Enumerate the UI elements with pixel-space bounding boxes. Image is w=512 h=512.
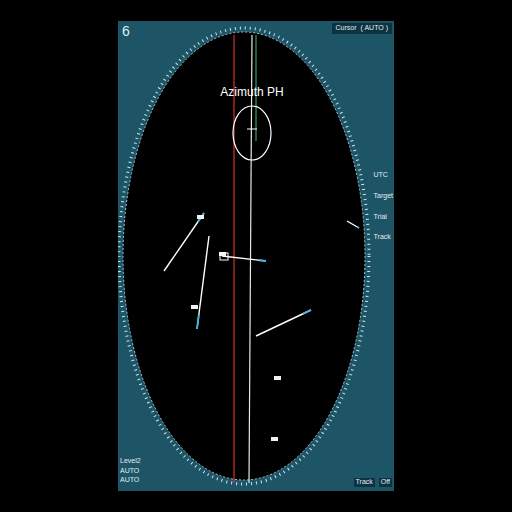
bottom-right-labels: Track Off — [354, 478, 392, 487]
cursor-mode: ( AUTO ) — [361, 24, 388, 33]
cursor-label: Cursor — [336, 24, 357, 33]
side-label: Trial — [374, 213, 393, 222]
status-label: Level2 — [120, 457, 141, 466]
radar-photo: Azimuth PH 6 Cursor ( AUTO ) UTC Target Trial T… — [0, 0, 512, 512]
bottom-left-labels: Level2AUTOAUTO — [120, 457, 141, 485]
radar-panel: Azimuth PH 6 Cursor ( AUTO ) UTC Target Trial T… — [118, 21, 394, 491]
status-label: AUTO — [120, 467, 141, 476]
side-label: UTC — [374, 171, 393, 180]
track-label[interactable]: Off — [379, 478, 392, 487]
status-label: AUTO — [120, 476, 141, 485]
side-label: Target — [374, 192, 393, 201]
track-label[interactable]: Track — [354, 478, 375, 487]
cursor-box[interactable]: Cursor ( AUTO ) — [332, 23, 393, 34]
side-label: Track — [374, 233, 393, 242]
side-labels: UTC Target Trial Track — [374, 171, 393, 242]
title-overlay: Azimuth PH — [212, 85, 292, 100]
screen-number: 6 — [122, 23, 130, 41]
